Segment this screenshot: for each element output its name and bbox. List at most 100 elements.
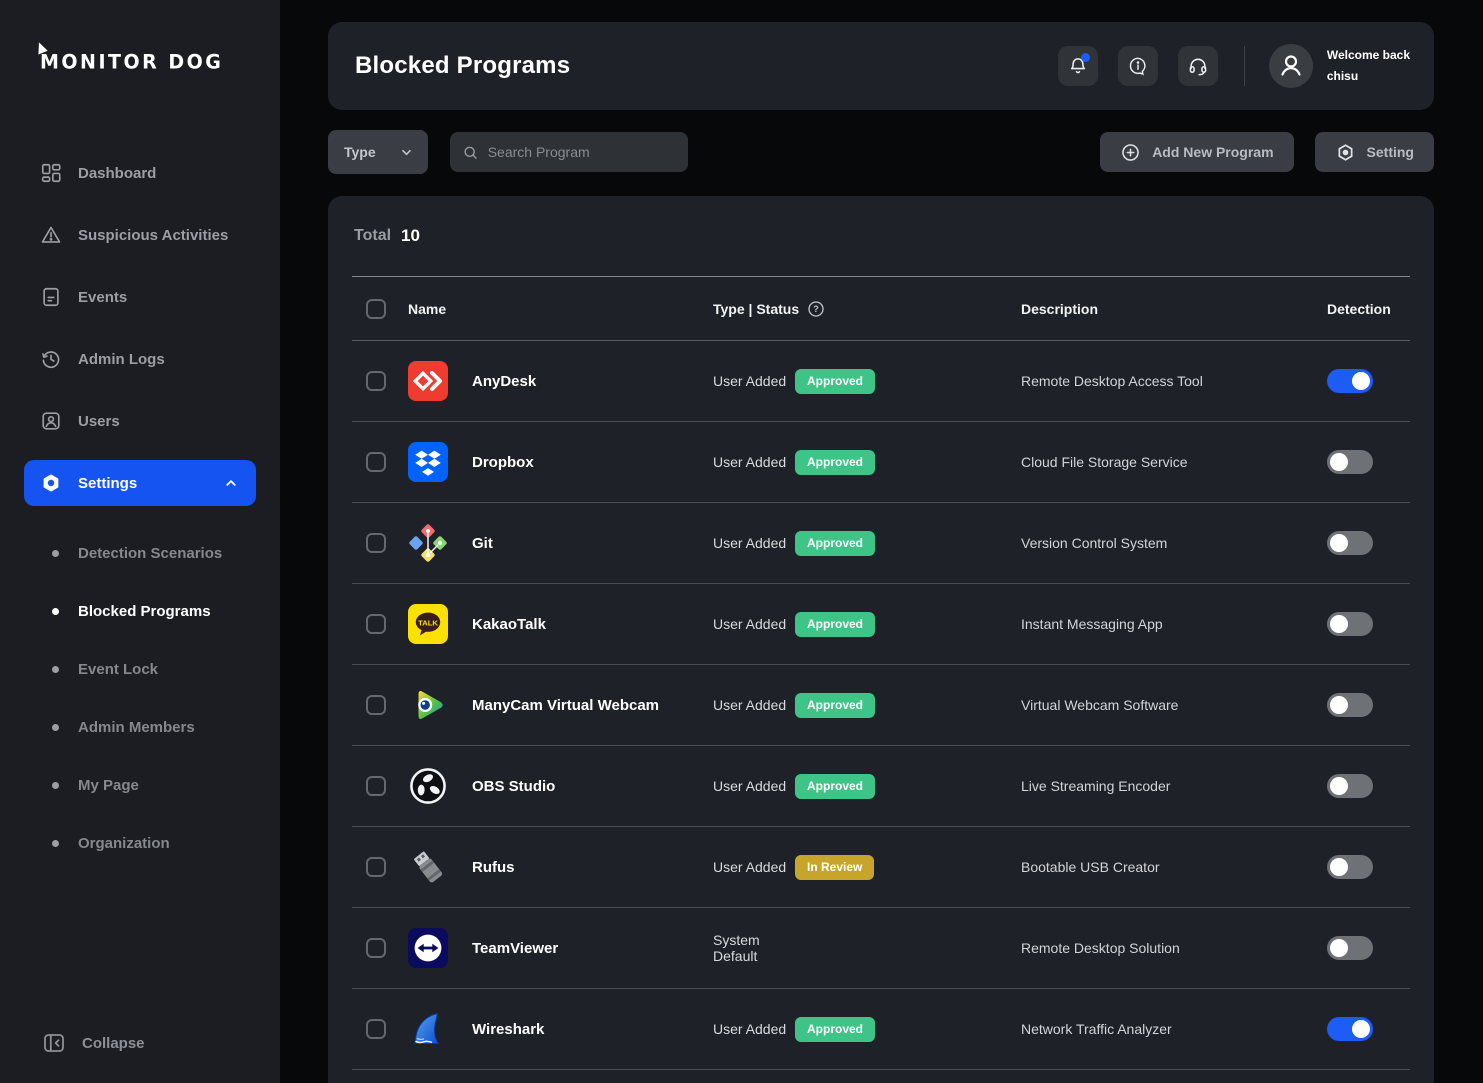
program-description: Cloud File Storage Service	[1021, 454, 1327, 470]
add-new-program-label: Add New Program	[1152, 144, 1273, 160]
collapse-panel-icon	[42, 1031, 66, 1055]
sidebar-item-admin-logs[interactable]: Admin Logs	[0, 328, 280, 390]
sidebar-item-suspicious-activities[interactable]: Suspicious Activities	[0, 204, 280, 266]
teamviewer-app-icon	[408, 928, 448, 968]
history-clock-icon	[40, 347, 64, 371]
row-checkbox[interactable]	[366, 614, 386, 634]
sidebar-item-label: Settings	[78, 475, 137, 492]
bullet-icon	[52, 840, 59, 847]
detection-toggle[interactable]	[1327, 855, 1373, 879]
row-checkbox[interactable]	[366, 533, 386, 553]
row-checkbox[interactable]	[366, 695, 386, 715]
bullet-icon	[52, 608, 59, 615]
detection-toggle[interactable]	[1327, 450, 1373, 474]
notifications-button[interactable]	[1058, 46, 1098, 86]
select-all-checkbox[interactable]	[366, 299, 386, 319]
detection-toggle[interactable]	[1327, 531, 1373, 555]
program-description: Remote Desktop Solution	[1021, 940, 1327, 956]
collapse-sidebar-button[interactable]: Collapse	[42, 1031, 145, 1055]
kakaotalk-app-icon: TALK	[408, 604, 448, 644]
total-row: Total 10	[352, 196, 1410, 276]
table-row: TeamViewer System Default Remote Desktop…	[352, 908, 1410, 989]
sidebar-item-my-page[interactable]: My Page	[0, 756, 280, 814]
svg-text:?: ?	[813, 304, 819, 314]
sidebar-nav: Dashboard Suspicious Activities Events	[0, 142, 280, 872]
sidebar-item-organization[interactable]: Organization	[0, 814, 280, 872]
support-button[interactable]	[1178, 46, 1218, 86]
bullet-icon	[52, 782, 59, 789]
git-app-icon	[408, 523, 448, 563]
chevron-up-icon	[222, 474, 240, 492]
status-badge: Approved	[795, 1017, 875, 1042]
row-checkbox[interactable]	[366, 776, 386, 796]
sidebar-item-events[interactable]: Events	[0, 266, 280, 328]
detection-toggle[interactable]	[1327, 612, 1373, 636]
search-program-input[interactable]	[488, 144, 676, 160]
table-header-row: Name Type | Status ? Description Detecti…	[352, 277, 1410, 341]
status-badge: Approved	[795, 612, 875, 637]
user-avatar[interactable]	[1269, 44, 1313, 88]
sidebar-item-admin-members[interactable]: Admin Members	[0, 698, 280, 756]
table-row: Wireshark User Added Approved Network Tr…	[352, 989, 1410, 1070]
gear-icon	[40, 471, 64, 495]
table-row: OBS Studio User Added Approved Live Stre…	[352, 746, 1410, 827]
type-filter-label: Type	[344, 144, 376, 160]
sidebar-item-label: Events	[78, 289, 127, 306]
help-icon[interactable]: ?	[808, 301, 824, 317]
sub-item-label: My Page	[78, 777, 139, 794]
status-badge: Approved	[795, 450, 875, 475]
search-box	[450, 132, 688, 172]
brand-logo: MONITOR DOG	[40, 48, 240, 76]
welcome-line1: Welcome back	[1327, 45, 1410, 66]
row-checkbox[interactable]	[366, 1019, 386, 1039]
detection-toggle[interactable]	[1327, 936, 1373, 960]
header-divider	[1244, 46, 1245, 86]
program-name: TeamViewer	[472, 940, 713, 957]
sidebar-item-label: Dashboard	[78, 165, 156, 182]
search-icon	[462, 143, 479, 162]
program-type: User Added	[713, 454, 795, 470]
sub-item-label: Admin Members	[78, 719, 195, 736]
sub-item-label: Event Lock	[78, 661, 158, 678]
sidebar-item-event-lock[interactable]: Event Lock	[0, 640, 280, 698]
sidebar-item-detection-scenarios[interactable]: Detection Scenarios	[0, 524, 280, 582]
detection-toggle[interactable]	[1327, 774, 1373, 798]
user-badge-icon	[40, 409, 64, 433]
info-button[interactable]	[1118, 46, 1158, 86]
row-checkbox[interactable]	[366, 371, 386, 391]
row-checkbox[interactable]	[366, 857, 386, 877]
chevron-down-icon	[398, 144, 415, 161]
detection-toggle[interactable]	[1327, 1017, 1373, 1041]
detection-toggle[interactable]	[1327, 369, 1373, 393]
setting-button[interactable]: Setting	[1315, 132, 1434, 172]
sidebar-item-settings[interactable]: Settings	[24, 460, 256, 506]
program-type: User Added	[713, 616, 795, 632]
type-filter-dropdown[interactable]: Type	[328, 130, 428, 174]
column-header-detection: Detection	[1327, 301, 1410, 317]
program-name: AnyDesk	[472, 373, 713, 390]
add-new-program-button[interactable]: Add New Program	[1100, 132, 1293, 172]
settings-subnav: Detection Scenarios Blocked Programs Eve…	[0, 524, 280, 872]
table-row: Dropbox User Added Approved Cloud File S…	[352, 422, 1410, 503]
table-row: Rufus User Added In Review Bootable USB …	[352, 827, 1410, 908]
row-checkbox[interactable]	[366, 938, 386, 958]
obs-app-icon	[408, 766, 448, 806]
sub-item-label: Detection Scenarios	[78, 545, 222, 562]
program-type: User Added	[713, 697, 795, 713]
column-header-description: Description	[1021, 301, 1327, 317]
bullet-icon	[52, 724, 59, 731]
column-header-name: Name	[408, 301, 713, 317]
rufus-app-icon	[408, 847, 448, 887]
dashboard-icon	[40, 161, 64, 185]
detection-toggle[interactable]	[1327, 693, 1373, 717]
status-badge: Approved	[795, 693, 875, 718]
row-checkbox[interactable]	[366, 452, 386, 472]
sidebar-item-label: Suspicious Activities	[78, 227, 228, 244]
sidebar-item-dashboard[interactable]: Dashboard	[0, 142, 280, 204]
program-description: Remote Desktop Access Tool	[1021, 373, 1327, 389]
sidebar-item-users[interactable]: Users	[0, 390, 280, 452]
status-badge: Approved	[795, 774, 875, 799]
program-description: Live Streaming Encoder	[1021, 778, 1327, 794]
sidebar-item-blocked-programs[interactable]: Blocked Programs	[0, 582, 280, 640]
program-name: Dropbox	[472, 454, 713, 471]
